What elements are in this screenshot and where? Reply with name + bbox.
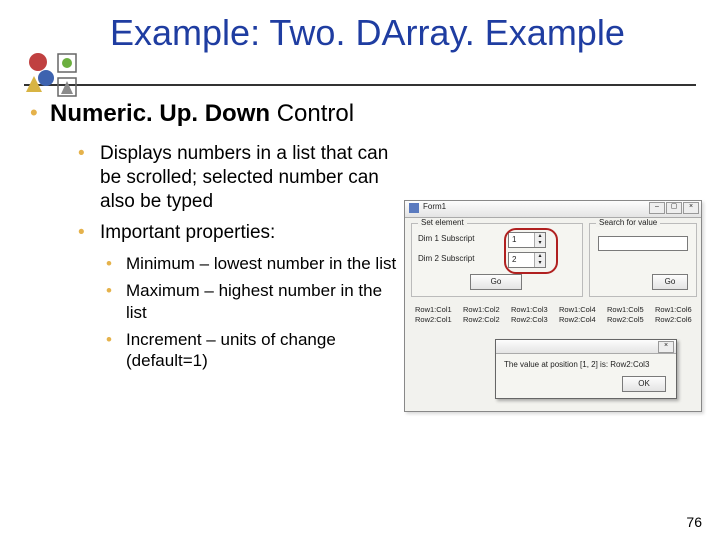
cell-r2c1: Row2:Col1 [415,315,452,324]
app-icon [409,203,419,213]
close-icon[interactable]: × [658,341,674,353]
dim2-label: Dim 2 Subscript [418,254,474,263]
msgbox-text: The value at position [1, 2] is: Row2:Co… [504,360,649,369]
bullet-prop-1: Minimum – lowest number in the list [106,253,406,274]
bullet-sub-2: Important properties: [78,221,408,245]
go-button-search[interactable]: Go [652,274,688,290]
go-button-set[interactable]: Go [470,274,522,290]
cell-r1c1: Row1:Col1 [415,305,452,314]
message-box: × The value at position [1, 2] is: Row2:… [495,339,677,399]
bullet-sub-1: Displays numbers in a list that can be s… [78,142,408,213]
cell-r2c5: Row2:Col5 [607,315,644,324]
embedded-form-screenshot: Form1 – ▢ × Set element Dim 1 Subscript … [404,200,702,412]
cell-r2c6: Row2:Col6 [655,315,692,324]
group-search: Search for value Go [589,223,697,297]
close-icon[interactable]: × [683,202,699,214]
bullet-prop-3: Increment – units of change (default=1) [106,329,406,372]
slide-title: Example: Two. DArray. Example [110,12,700,54]
cell-r1c4: Row1:Col4 [559,305,596,314]
divider-rule [24,84,696,86]
group-set-element: Set element Dim 1 Subscript Dim 2 Subscr… [411,223,583,297]
ok-button[interactable]: OK [622,376,666,392]
window-buttons: – ▢ × [649,202,699,214]
group-search-title: Search for value [596,218,660,227]
cell-r2c3: Row2:Col3 [511,315,548,324]
window-title: Form1 [423,202,446,211]
msgbox-titlebar: × [496,340,676,354]
main-bold: Numeric. Up. Down [50,100,270,127]
search-input[interactable] [598,236,688,251]
cell-r1c3: Row1:Col3 [511,305,548,314]
cell-r1c6: Row1:Col6 [655,305,692,314]
cell-r2c4: Row2:Col4 [559,315,596,324]
decorative-logo [24,48,80,104]
maximize-icon[interactable]: ▢ [666,202,682,214]
dim1-label: Dim 1 Subscript [418,234,474,243]
main-light: Control [270,100,354,127]
group-set-title: Set element [418,218,467,227]
cell-r2c2: Row2:Col2 [463,315,500,324]
cell-r1c2: Row1:Col2 [463,305,500,314]
bullet-prop-2: Maximum – highest number in the list [106,280,406,323]
cell-r1c5: Row1:Col5 [607,305,644,314]
minimize-icon[interactable]: – [649,202,665,214]
window-titlebar: Form1 – ▢ × [405,201,701,218]
page-number: 76 [686,514,702,530]
highlight-circle [504,228,558,274]
